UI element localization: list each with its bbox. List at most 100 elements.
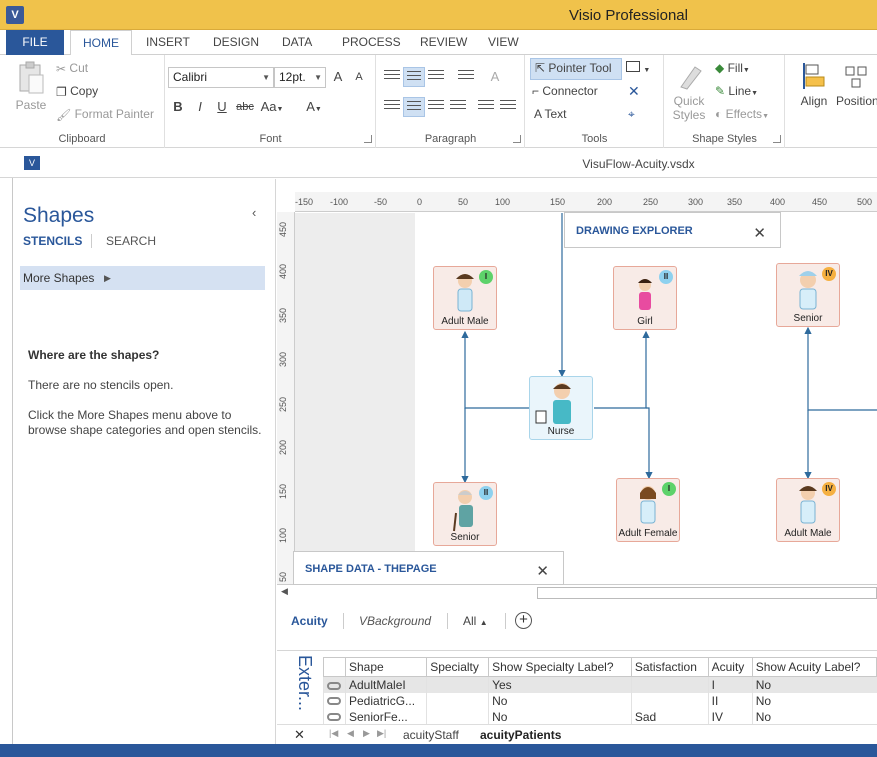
table-cell[interactable]: AdultMaleI — [344, 676, 427, 693]
close-icon[interactable]: ✕ — [536, 562, 549, 580]
rectangle-tool-button[interactable]: ▼ — [626, 61, 650, 75]
patient-shape-girl[interactable]: II Girl — [613, 266, 677, 330]
column-header-show-specialty-label[interactable]: Show Specialty Label? — [488, 657, 632, 677]
align-center-icon[interactable] — [403, 97, 425, 117]
tab-insert[interactable]: INSERT — [134, 30, 202, 55]
staff-shape-nurse[interactable]: Nurse — [529, 376, 593, 440]
table-cell[interactable]: No — [751, 676, 877, 693]
sheet-tab-acuitystaff[interactable]: acuityStaff — [403, 728, 459, 742]
table-cell[interactable]: PediatricG... — [344, 692, 427, 709]
horizontal-scrollbar[interactable]: ◀ — [277, 584, 877, 600]
font-size-select[interactable]: 12pt. ▼ — [274, 67, 326, 88]
align-left-icon[interactable] — [381, 97, 403, 117]
align-middle-icon[interactable] — [403, 67, 425, 87]
shrink-font-button[interactable]: A — [349, 67, 369, 87]
align-right-icon[interactable] — [425, 97, 447, 117]
table-cell[interactable]: No — [488, 692, 632, 709]
page-tab-vbackground[interactable]: VBackground — [359, 614, 431, 628]
more-shapes-menu[interactable]: More Shapes ▶ — [20, 266, 265, 290]
page-tab-acuity[interactable]: Acuity — [291, 614, 328, 628]
change-case-button[interactable]: Aa▼ — [258, 97, 286, 117]
pointer-tool-button[interactable]: ⇱ Pointer Tool — [530, 58, 622, 80]
shape-styles-dialog-launcher-icon[interactable] — [773, 135, 781, 143]
column-header-specialty[interactable]: Specialty — [426, 657, 490, 677]
table-cell[interactable] — [426, 676, 489, 693]
cut-button[interactable]: ✂ Cut — [56, 61, 88, 76]
position-button[interactable]: Position — [836, 61, 877, 108]
tab-process[interactable]: PROCESS — [330, 30, 413, 55]
table-cell[interactable]: IV — [707, 708, 753, 725]
patient-shape-adult-female[interactable]: I Adult Female — [616, 478, 680, 542]
column-header-satisfaction[interactable]: Satisfaction — [630, 657, 709, 677]
effects-button[interactable]: ◐ Effects▼ — [715, 107, 769, 121]
table-cell[interactable]: SeniorFe... — [344, 708, 427, 725]
grow-font-button[interactable]: A — [328, 67, 348, 87]
drawing-canvas[interactable]: -150 -100 -50 0 50 100 150 200 250 300 3… — [277, 192, 877, 602]
shape-data-panel[interactable]: SHAPE DATA - THEPAGE ✕ — [293, 551, 564, 585]
close-icon[interactable]: ✕ — [294, 727, 305, 743]
paste-button[interactable]: Paste — [14, 61, 48, 112]
prev-sheet-arrow-icon[interactable]: ◀ — [347, 728, 354, 739]
close-x-icon[interactable]: ✕ — [628, 83, 640, 100]
text-direction-icon[interactable]: A — [485, 67, 505, 87]
table-cell[interactable]: II — [707, 692, 753, 709]
table-row[interactable]: SeniorFe... No Sad IV No — [323, 708, 877, 725]
font-family-select[interactable]: Calibri ▼ — [168, 67, 274, 88]
tab-stencils[interactable]: STENCILS — [23, 234, 82, 248]
table-cell[interactable] — [426, 692, 489, 709]
table-cell[interactable] — [630, 692, 709, 709]
add-page-plus-icon[interactable]: + — [515, 612, 532, 629]
table-cell[interactable]: No — [488, 708, 632, 725]
table-cell[interactable] — [426, 708, 489, 725]
strikethrough-button[interactable]: abc — [232, 97, 258, 117]
align-top-icon[interactable] — [381, 67, 403, 87]
patient-shape-senior[interactable]: IV Senior — [776, 263, 840, 327]
column-header-show-acuity-label[interactable]: Show Acuity Label? — [751, 657, 877, 677]
align-button[interactable]: Align — [796, 61, 832, 108]
italic-button[interactable]: I — [190, 97, 210, 117]
underline-button[interactable]: U — [212, 97, 232, 117]
all-pages-button[interactable]: All ▲ — [463, 614, 488, 628]
patient-shape-adult-male-2[interactable]: IV Adult Male — [776, 478, 840, 542]
format-painter-button[interactable]: 🖌 Format Painter — [56, 107, 154, 122]
tab-view[interactable]: VIEW — [476, 30, 531, 55]
increase-indent-icon[interactable] — [497, 97, 519, 117]
quick-styles-button[interactable]: Quick Styles — [669, 61, 709, 122]
table-row[interactable]: AdultMaleI Yes I No — [323, 676, 877, 693]
font-color-button[interactable]: A▼ — [300, 97, 328, 117]
table-row[interactable]: PediatricG... No II No — [323, 692, 877, 709]
decrease-indent-icon[interactable] — [475, 97, 497, 117]
last-sheet-arrow-icon[interactable]: ▶| — [377, 728, 386, 739]
fill-button[interactable]: ◆ Fill▼ — [715, 61, 750, 75]
tab-home[interactable]: HOME — [70, 30, 132, 56]
paragraph-dialog-launcher-icon[interactable] — [513, 135, 521, 143]
tab-search[interactable]: SEARCH — [106, 234, 156, 248]
copy-button[interactable]: ❐ Copy — [56, 84, 98, 99]
collapse-panel-chevron-icon[interactable]: ‹ — [252, 205, 256, 220]
drawing-explorer-panel[interactable]: DRAWING EXPLORER ✕ — [564, 212, 781, 248]
scroll-left-arrow-icon[interactable]: ◀ — [281, 586, 288, 597]
patient-shape-senior-cane[interactable]: II Senior — [433, 482, 497, 546]
table-cell[interactable]: No — [751, 692, 877, 709]
first-sheet-arrow-icon[interactable]: |◀ — [329, 728, 338, 739]
justify-icon[interactable] — [447, 97, 469, 117]
table-cell[interactable] — [630, 676, 709, 693]
font-dialog-launcher-icon[interactable] — [364, 135, 372, 143]
patient-shape-adult-male[interactable]: I Adult Male — [433, 266, 497, 330]
sheet-tab-acuitypatients[interactable]: acuityPatients — [480, 728, 561, 742]
bullets-icon[interactable] — [455, 67, 477, 87]
connection-point-icon[interactable]: ⌖ — [628, 107, 635, 122]
align-bottom-icon[interactable] — [425, 67, 447, 87]
column-header-shape[interactable]: Shape — [344, 657, 428, 677]
line-button[interactable]: ✎ Line▼ — [715, 84, 758, 98]
tab-review[interactable]: REVIEW — [408, 30, 479, 55]
scrollbar-thumb[interactable] — [537, 587, 877, 599]
text-tool-button[interactable]: A Text — [534, 107, 566, 121]
table-cell[interactable]: Yes — [488, 676, 632, 693]
tab-design[interactable]: DESIGN — [201, 30, 271, 55]
next-sheet-arrow-icon[interactable]: ▶ — [363, 728, 370, 739]
table-cell[interactable]: No — [751, 708, 877, 725]
tab-data[interactable]: DATA — [270, 30, 324, 55]
table-cell[interactable]: Sad — [630, 708, 709, 725]
tab-file[interactable]: FILE — [6, 30, 64, 55]
